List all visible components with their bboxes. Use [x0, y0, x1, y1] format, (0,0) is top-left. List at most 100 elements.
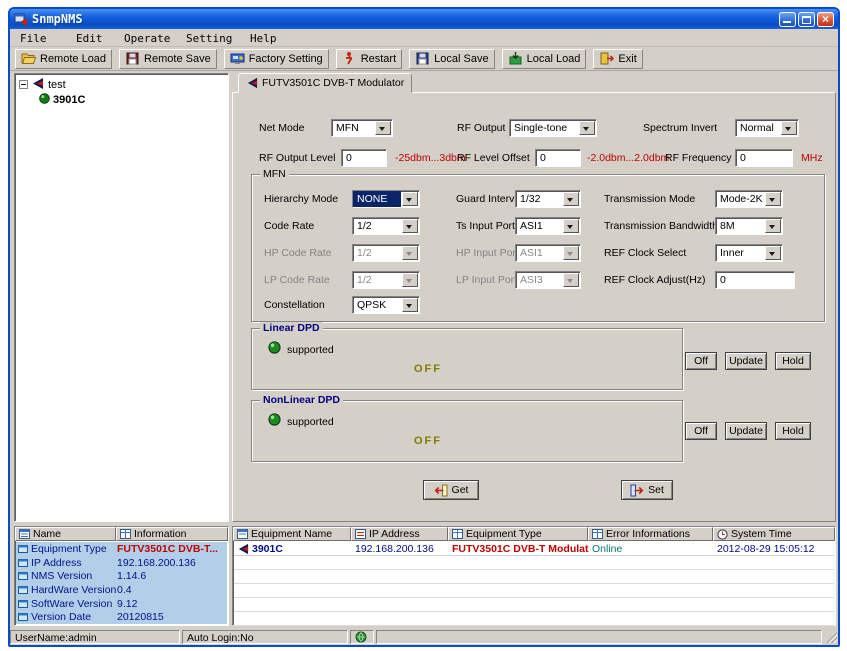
device-header-ip-address[interactable]: IP Address — [351, 527, 448, 541]
toolbar: Remote Load Remote Save Factory Setting … — [10, 47, 838, 71]
statusbar-username: UserName:admin — [10, 630, 180, 644]
factory-setting-button[interactable]: Factory Setting — [224, 49, 329, 69]
chevron-down-icon — [765, 219, 781, 233]
nonlinear-dpd-title: NonLinear DPD — [260, 394, 343, 406]
local-save-button[interactable]: Local Save — [409, 49, 494, 69]
equipment-info-panel: Name Information Equipment Type FUTV3501… — [14, 526, 229, 626]
transmission-mode-select[interactable]: Mode-2K — [715, 190, 783, 208]
titlebar[interactable]: SnmpNMS — [10, 9, 838, 29]
info-name: Version Date — [31, 611, 91, 623]
linear-dpd-off-button[interactable]: Off — [685, 352, 717, 370]
resize-grip-icon[interactable] — [825, 631, 837, 643]
nonlinear-dpd-hold-button[interactable]: Hold — [775, 422, 811, 440]
device-header-system-time[interactable]: System Time — [713, 527, 835, 541]
factory-setting-icon — [230, 51, 245, 66]
device-type: FUTV3501C DVB-T Modulator — [449, 543, 589, 555]
window-icon — [18, 559, 28, 567]
linear-dpd-led-icon — [268, 341, 281, 354]
menu-item-file[interactable]: File — [20, 32, 47, 45]
set-button[interactable]: Set — [621, 480, 673, 500]
empty-row — [234, 584, 834, 598]
info-name: SoftWare Version — [31, 598, 112, 610]
grid-icon — [592, 529, 603, 539]
rf-output-select[interactable]: Single-tone — [509, 119, 597, 137]
rf-level-offset-input[interactable]: 0 — [535, 149, 581, 167]
transmission-bandwidth-select[interactable]: 8M — [715, 217, 783, 235]
nonlinear-dpd-supported-text: supported — [287, 416, 334, 428]
linear-dpd-supported-text: supported — [287, 344, 334, 356]
chevron-down-icon — [563, 246, 579, 260]
linear-dpd-hold-button[interactable]: Hold — [775, 352, 811, 370]
info-header-name[interactable]: Name — [15, 527, 116, 541]
window-icon — [18, 545, 28, 553]
table-row[interactable]: Version Date 20120815 — [16, 610, 227, 624]
remote-load-button[interactable]: Remote Load — [15, 49, 112, 69]
net-mode-select[interactable]: MFN — [331, 119, 393, 137]
table-row[interactable]: NMS Version 1.14.6 — [16, 569, 227, 583]
lp-input-port-label: LP Input Port — [456, 274, 517, 286]
local-load-button[interactable]: Local Load — [502, 49, 587, 69]
rf-frequency-input[interactable]: 0 — [735, 149, 793, 167]
statusbar-status-cell — [350, 630, 374, 644]
folder-open-icon — [21, 51, 36, 66]
rf-frequency-unit: MHz — [801, 152, 823, 164]
table-row[interactable]: 3901C 192.168.200.136 FUTV3501C DVB-T Mo… — [234, 542, 834, 556]
toolbar-button-label: Local Save — [434, 53, 488, 65]
desktop: SnmpNMS File Edit Operate Setting Help R… — [0, 0, 847, 651]
mfn-group-title: MFN — [260, 168, 289, 180]
menu-item-operate[interactable]: Operate — [124, 32, 170, 45]
tree-node-test[interactable]: test — [48, 79, 66, 91]
close-button[interactable] — [817, 12, 834, 27]
rf-output-level-input[interactable]: 0 — [341, 149, 387, 167]
device-header-equipment-name[interactable]: Equipment Name — [233, 527, 351, 541]
table-row[interactable]: SoftWare Version 9.12 — [16, 597, 227, 611]
info-value: 192.168.200.136 — [117, 557, 227, 569]
toolbar-button-label: Local Load — [527, 53, 581, 65]
tree-expander[interactable] — [19, 80, 28, 89]
nms-arrow-icon — [31, 77, 44, 90]
constellation-value: QPSK — [353, 297, 401, 313]
guard-interval-select[interactable]: 1/32 — [515, 190, 581, 208]
constellation-select[interactable]: QPSK — [352, 296, 420, 314]
hp-input-port-select: ASI1 — [515, 244, 581, 262]
remote-save-button[interactable]: Remote Save — [119, 49, 217, 69]
table-row[interactable]: Equipment Type FUTV3501C DVB-T... — [16, 542, 227, 556]
code-rate-value: 1/2 — [353, 218, 401, 234]
window-icon — [18, 600, 28, 608]
menu-item-setting[interactable]: Setting — [186, 32, 232, 45]
ref-clock-adjust-input[interactable]: 0 — [715, 271, 795, 289]
ts-input-port-select[interactable]: ASI1 — [515, 217, 581, 235]
get-button[interactable]: Get — [423, 480, 479, 500]
menu-item-help[interactable]: Help — [250, 32, 277, 45]
nms-arrow-icon — [246, 77, 258, 89]
chevron-down-icon — [402, 273, 418, 287]
exit-button[interactable]: Exit — [593, 49, 642, 69]
spectrum-invert-select[interactable]: Normal — [735, 119, 799, 137]
ref-clock-select[interactable]: Inner — [715, 244, 783, 262]
menu-item-edit[interactable]: Edit — [76, 32, 103, 45]
device-header-error-informations[interactable]: Error Informations — [588, 527, 713, 541]
table-row[interactable]: IP Address 192.168.200.136 — [16, 556, 227, 570]
empty-row — [234, 570, 834, 584]
minimize-button[interactable] — [779, 12, 796, 27]
rf-level-offset-label: RF Level Offset — [457, 152, 530, 164]
info-header-information[interactable]: Information — [116, 527, 228, 541]
transmission-bandwidth-value: 8M — [716, 218, 764, 234]
device-rows: 3901C 192.168.200.136 FUTV3501C DVB-T Mo… — [234, 542, 834, 624]
nonlinear-dpd-off-button[interactable]: Off — [685, 422, 717, 440]
modulator-form: Net Mode MFN RF Output Single-tone Spect… — [245, 100, 835, 520]
tab-futv3501c-dvb-t-modulator[interactable]: FUTV3501C DVB-T Modulator — [238, 73, 412, 93]
table-row[interactable]: HardWare Version 0.4 — [16, 583, 227, 597]
device-header-equipment-type[interactable]: Equipment Type — [448, 527, 588, 541]
ref-clock-select-label: REF Clock Select — [604, 247, 686, 259]
linear-dpd-update-button[interactable]: Update — [725, 352, 767, 370]
hierarchy-mode-select[interactable]: NONE — [352, 190, 420, 208]
hp-code-rate-select: 1/2 — [352, 244, 420, 262]
code-rate-select[interactable]: 1/2 — [352, 217, 420, 235]
maximize-button[interactable] — [798, 12, 815, 27]
nonlinear-dpd-update-button[interactable]: Update — [725, 422, 767, 440]
device-header-label: Equipment Type — [466, 528, 542, 540]
chevron-down-icon — [563, 219, 579, 233]
restart-button[interactable]: Restart — [336, 49, 402, 69]
tree-node-3901c[interactable]: 3901C — [53, 94, 85, 106]
